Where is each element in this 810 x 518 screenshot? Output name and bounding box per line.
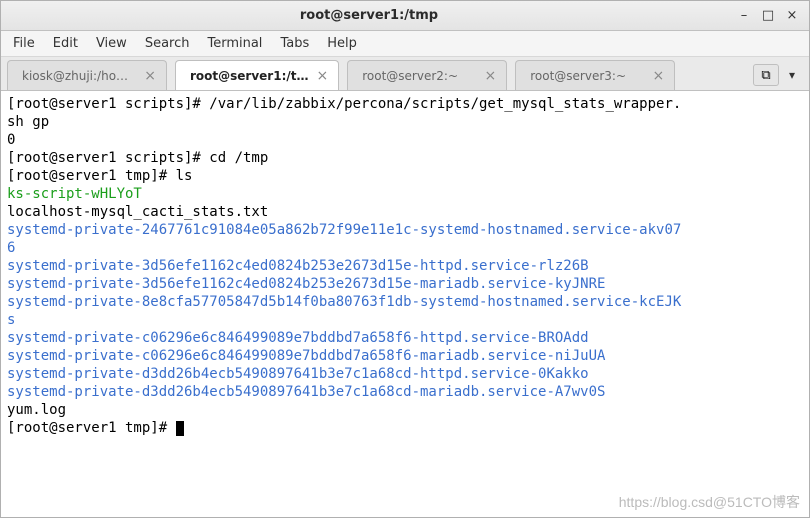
term-line: [root@server1 scripts]# /var/lib/zabbix/… — [7, 96, 681, 112]
tab-server1[interactable]: root@server1:/t… × — [175, 60, 339, 90]
tab-bar: kiosk@zhuji:/ho… × root@server1:/t… × ro… — [1, 57, 809, 91]
minimize-button[interactable]: – — [735, 8, 753, 23]
menu-view[interactable]: View — [96, 36, 127, 51]
ls-dir: systemd-private-3d56efe1162c4ed0824b253e… — [7, 276, 605, 292]
close-icon[interactable]: × — [144, 68, 156, 84]
tab-kiosk[interactable]: kiosk@zhuji:/ho… × — [7, 60, 167, 90]
ls-dir: systemd-private-2467761c91084e05a862b72f… — [7, 222, 681, 238]
ls-dir: systemd-private-8e8cfa57705847d5b14f0ba8… — [7, 294, 681, 310]
menu-terminal[interactable]: Terminal — [207, 36, 262, 51]
close-icon[interactable]: × — [317, 68, 329, 84]
terminal-output[interactable]: [root@server1 scripts]# /var/lib/zabbix/… — [1, 91, 809, 441]
close-icon[interactable]: × — [653, 68, 665, 84]
ls-dir: systemd-private-d3dd26b4ecb5490897641b3e… — [7, 384, 605, 400]
maximize-button[interactable]: □ — [759, 8, 777, 23]
ls-dir: s — [7, 312, 15, 328]
ls-dir: systemd-private-c06296e6c846499089e7bddb… — [7, 348, 605, 364]
term-line: [root@server1 tmp]# ls — [7, 168, 192, 184]
tab-server3[interactable]: root@server3:~ × — [515, 60, 675, 90]
tab-label: root@server3:~ — [530, 69, 626, 83]
ls-file: yum.log — [7, 402, 66, 418]
window-title: root@server1:/tmp — [9, 8, 729, 23]
ls-dir: 6 — [7, 240, 15, 256]
term-line: sh gp — [7, 114, 49, 130]
close-icon[interactable]: × — [485, 68, 497, 84]
menu-file[interactable]: File — [13, 36, 35, 51]
menu-edit[interactable]: Edit — [53, 36, 78, 51]
cursor-icon — [176, 421, 184, 436]
menu-help[interactable]: Help — [327, 36, 357, 51]
ls-dir: systemd-private-d3dd26b4ecb5490897641b3e… — [7, 366, 589, 382]
prompt: [root@server1 tmp]# — [7, 420, 176, 436]
watermark: https://blog.csd@51CTO博客 — [619, 492, 800, 512]
menu-search[interactable]: Search — [145, 36, 190, 51]
tab-server2[interactable]: root@server2:~ × — [347, 60, 507, 90]
tab-label: kiosk@zhuji:/ho… — [22, 69, 128, 83]
window-titlebar: root@server1:/tmp – □ × — [1, 1, 809, 31]
term-line: 0 — [7, 132, 15, 148]
menu-bar: File Edit View Search Terminal Tabs Help — [1, 31, 809, 57]
tab-label: root@server1:/t… — [190, 69, 309, 83]
term-line: [root@server1 scripts]# cd /tmp — [7, 150, 268, 166]
ls-dir: systemd-private-3d56efe1162c4ed0824b253e… — [7, 258, 589, 274]
new-tab-button[interactable]: ⧉ — [753, 64, 779, 86]
ls-file: localhost-mysql_cacti_stats.txt — [7, 204, 268, 220]
close-button[interactable]: × — [783, 8, 801, 23]
ls-executable: ks-script-wHLYoT — [7, 186, 142, 202]
tab-menu-button[interactable]: ▾ — [789, 68, 795, 82]
ls-dir: systemd-private-c06296e6c846499089e7bddb… — [7, 330, 589, 346]
menu-tabs[interactable]: Tabs — [280, 36, 309, 51]
tab-label: root@server2:~ — [362, 69, 458, 83]
new-tab-icon: ⧉ — [761, 68, 770, 83]
